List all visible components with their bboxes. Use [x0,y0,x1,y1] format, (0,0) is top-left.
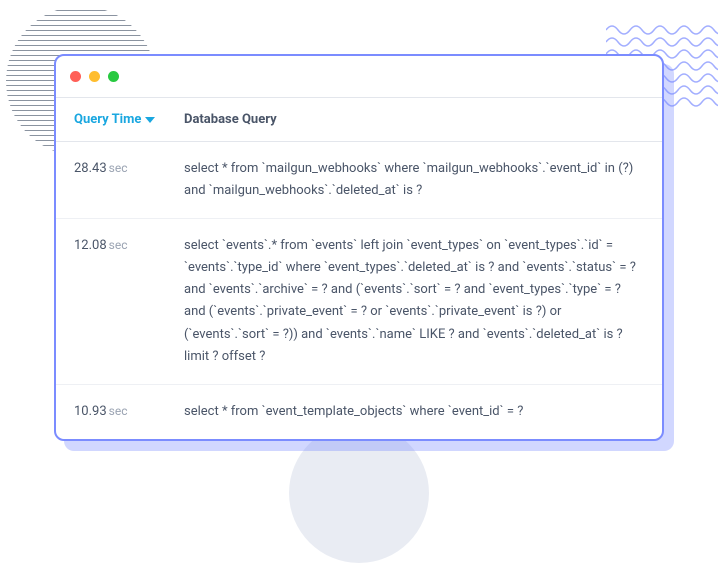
cell-query-time: 10.93sec [74,401,184,423]
column-header-database-query[interactable]: Database Query [184,112,644,127]
window-titlebar [56,56,662,98]
column-header-query-time-label: Query Time [74,112,141,127]
time-unit: sec [109,238,128,252]
table-row: 10.93sec select * from `event_template_o… [56,385,662,439]
window-close-icon[interactable] [70,71,81,82]
column-header-database-query-label: Database Query [184,112,277,127]
sort-desc-icon [145,117,155,123]
cell-database-query: select * from `event_template_objects` w… [184,401,644,423]
time-unit: sec [109,404,128,418]
table-row: 12.08sec select `events`.* from `events`… [56,219,662,385]
query-table: Query Time Database Query 28.43sec selec… [56,98,662,439]
column-header-query-time[interactable]: Query Time [74,112,184,127]
cell-database-query: select `events`.* from `events` left joi… [184,235,644,368]
time-value: 12.08 [74,238,107,253]
time-unit: sec [109,161,128,175]
cell-database-query: select * from `mailgun_webhooks` where `… [184,158,644,202]
window-zoom-icon[interactable] [108,71,119,82]
decorative-bottom-circle [289,423,429,563]
time-value: 10.93 [74,404,107,419]
cell-query-time: 12.08sec [74,235,184,368]
table-header: Query Time Database Query [56,98,662,142]
time-value: 28.43 [74,161,107,176]
window-minimize-icon[interactable] [89,71,100,82]
table-row: 28.43sec select * from `mailgun_webhooks… [56,142,662,219]
cell-query-time: 28.43sec [74,158,184,202]
query-window: Query Time Database Query 28.43sec selec… [54,54,664,441]
